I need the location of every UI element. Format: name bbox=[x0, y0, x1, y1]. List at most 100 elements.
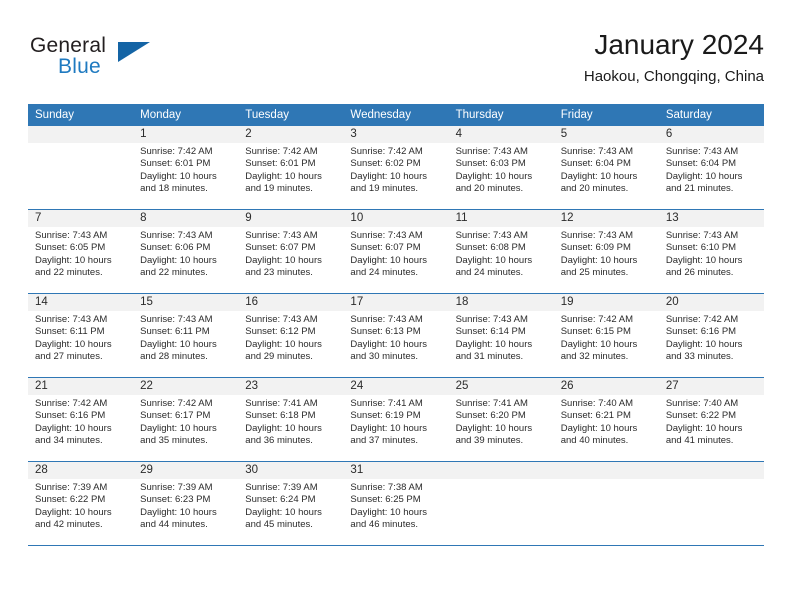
daylight-text-line2: and 35 minutes. bbox=[140, 435, 208, 447]
calendar-day-cell[interactable]: 23 Sunrise: 7:41 AM Sunset: 6:18 PM Dayligh… bbox=[238, 377, 344, 462]
calendar-page: General Blue January 2024 Haokou, Chongq… bbox=[0, 0, 792, 612]
day-cell-inner: 20 Sunrise: 7:42 AM Sunset: 6:16 PM Dayligh… bbox=[658, 294, 764, 377]
general-blue-logo[interactable]: General Blue bbox=[30, 34, 160, 88]
day-number bbox=[553, 462, 659, 479]
calendar-day-cell[interactable]: 22 Sunrise: 7:42 AM Sunset: 6:17 PM Dayligh… bbox=[133, 377, 239, 462]
calendar-day-cell[interactable]: 6 Sunrise: 7:43 AM Sunset: 6:04 PM Daylight… bbox=[658, 126, 764, 210]
sunrise-text: Sunrise: 7:42 AM bbox=[140, 398, 213, 409]
daylight-text-line1: Daylight: 10 hours bbox=[35, 506, 112, 518]
calendar-day-cell[interactable]: 16 Sunrise: 7:43 AM Sunset: 6:12 PM Dayligh… bbox=[238, 293, 344, 378]
sunset-text: Sunset: 6:02 PM bbox=[350, 158, 421, 170]
day-cell-inner bbox=[553, 462, 659, 545]
day-cell-inner: 27 Sunrise: 7:40 AM Sunset: 6:22 PM Dayligh… bbox=[658, 378, 764, 461]
calendar-day-cell[interactable]: 8 Sunrise: 7:43 AM Sunset: 6:06 PM Daylight… bbox=[133, 209, 239, 294]
daylight-text-line1: Daylight: 10 hours bbox=[140, 338, 217, 350]
calendar-day-cell[interactable]: 20 Sunrise: 7:42 AM Sunset: 6:16 PM Dayligh… bbox=[658, 293, 764, 378]
sunrise-text: Sunrise: 7:43 AM bbox=[455, 146, 528, 157]
sunrise-text: Sunrise: 7:43 AM bbox=[35, 230, 108, 241]
calendar-day-cell[interactable]: 28 Sunrise: 7:39 AM Sunset: 6:22 PM Dayligh… bbox=[28, 461, 134, 546]
calendar-day-cell[interactable]: 5 Sunrise: 7:43 AM Sunset: 6:04 PM Daylight… bbox=[553, 126, 659, 210]
sunrise-text: Sunrise: 7:43 AM bbox=[665, 230, 739, 241]
calendar-day-cell[interactable]: 29 Sunrise: 7:39 AM Sunset: 6:23 PM Dayligh… bbox=[133, 461, 239, 546]
daylight-text-line2: and 22 minutes. bbox=[140, 267, 208, 279]
calendar-day-cell[interactable]: 15 Sunrise: 7:43 AM Sunset: 6:11 PM Dayligh… bbox=[133, 293, 239, 378]
sunset-text: Sunset: 6:12 PM bbox=[245, 326, 316, 338]
sunset-text: Sunset: 6:22 PM bbox=[35, 494, 106, 506]
weekday-header-friday: Friday bbox=[553, 104, 659, 126]
sunset-text: Sunset: 6:01 PM bbox=[245, 158, 316, 170]
day-number: 30 bbox=[238, 462, 344, 479]
day-number: 15 bbox=[133, 294, 239, 311]
sunrise-text: Sunrise: 7:43 AM bbox=[560, 230, 634, 241]
daylight-text-line1: Daylight: 10 hours bbox=[560, 338, 638, 350]
calendar-day-cell[interactable]: 14 Sunrise: 7:43 AM Sunset: 6:11 PM Dayligh… bbox=[28, 293, 134, 378]
calendar-day-cell[interactable]: 26 Sunrise: 7:40 AM Sunset: 6:21 PM Dayligh… bbox=[553, 377, 659, 462]
calendar-day-cell[interactable]: 17 Sunrise: 7:43 AM Sunset: 6:13 PM Dayligh… bbox=[343, 293, 449, 378]
sunrise-text: Sunrise: 7:43 AM bbox=[245, 314, 318, 325]
calendar-day-cell[interactable]: 25 Sunrise: 7:41 AM Sunset: 6:20 PM Dayligh… bbox=[448, 377, 554, 462]
day-cell-inner: 18 Sunrise: 7:43 AM Sunset: 6:14 PM Dayligh… bbox=[448, 294, 554, 377]
day-cell-details: Sunrise: 7:41 AM Sunset: 6:18 PM Daylight:… bbox=[238, 395, 343, 448]
sunrise-sunset-calendar: Sunday Monday Tuesday Wednesday Thursday Frid… bbox=[28, 104, 764, 546]
calendar-day-cell[interactable]: 4 Sunrise: 7:43 AM Sunset: 6:03 PM Daylight… bbox=[448, 126, 554, 210]
daylight-text-line2: and 24 minutes. bbox=[350, 267, 419, 279]
day-number: 26 bbox=[553, 378, 659, 395]
sunset-text: Sunset: 6:08 PM bbox=[455, 242, 526, 254]
title-block: January 2024 Haokou, Chongqing, China bbox=[584, 28, 764, 88]
calendar-day-cell[interactable]: 10 Sunrise: 7:43 AM Sunset: 6:07 PM Dayligh… bbox=[343, 209, 449, 294]
calendar-day-cell[interactable]: 24 Sunrise: 7:41 AM Sunset: 6:19 PM Dayligh… bbox=[343, 377, 449, 462]
day-cell-details: Sunrise: 7:43 AM Sunset: 6:05 PM Daylight:… bbox=[28, 227, 133, 280]
sunset-text: Sunset: 6:04 PM bbox=[665, 158, 737, 170]
daylight-text-line2: and 25 minutes. bbox=[560, 267, 629, 279]
day-cell-inner: 6 Sunrise: 7:43 AM Sunset: 6:04 PM Daylight… bbox=[658, 126, 764, 209]
day-cell-details: Sunrise: 7:41 AM Sunset: 6:19 PM Daylight:… bbox=[343, 395, 448, 448]
weekday-header-tuesday: Tuesday bbox=[238, 104, 344, 126]
daylight-text-line2: and 32 minutes. bbox=[560, 351, 629, 363]
calendar-day-cell[interactable]: 7 Sunrise: 7:43 AM Sunset: 6:05 PM Daylight… bbox=[28, 209, 134, 294]
calendar-day-cell[interactable]: 1 Sunrise: 7:42 AM Sunset: 6:01 PM Daylight… bbox=[133, 126, 239, 210]
calendar-day-cell[interactable]: 3 Sunrise: 7:42 AM Sunset: 6:02 PM Daylight… bbox=[343, 126, 449, 210]
sunrise-text: Sunrise: 7:42 AM bbox=[245, 146, 318, 157]
calendar-day-cell[interactable]: 27 Sunrise: 7:40 AM Sunset: 6:22 PM Dayligh… bbox=[658, 377, 764, 462]
daylight-text-line2: and 19 minutes. bbox=[245, 183, 313, 195]
day-number: 17 bbox=[343, 294, 449, 311]
day-cell-details: Sunrise: 7:43 AM Sunset: 6:03 PM Daylight:… bbox=[449, 143, 554, 196]
day-number: 12 bbox=[553, 210, 659, 227]
daylight-text-line1: Daylight: 10 hours bbox=[245, 170, 322, 182]
day-cell-inner bbox=[448, 462, 554, 545]
calendar-day-cell[interactable]: 18 Sunrise: 7:43 AM Sunset: 6:14 PM Dayligh… bbox=[448, 293, 554, 378]
daylight-text-line2: and 22 minutes. bbox=[35, 267, 103, 279]
sunrise-text: Sunrise: 7:42 AM bbox=[560, 314, 634, 325]
calendar-day-cell[interactable]: 12 Sunrise: 7:43 AM Sunset: 6:09 PM Dayligh… bbox=[553, 209, 659, 294]
daylight-text-line2: and 31 minutes. bbox=[455, 351, 524, 363]
calendar-day-cell[interactable]: 21 Sunrise: 7:42 AM Sunset: 6:16 PM Dayligh… bbox=[28, 377, 134, 462]
daylight-text-line1: Daylight: 10 hours bbox=[560, 170, 638, 182]
day-cell-inner: 4 Sunrise: 7:43 AM Sunset: 6:03 PM Daylight… bbox=[448, 126, 554, 209]
day-number: 24 bbox=[343, 378, 449, 395]
sunrise-text: Sunrise: 7:42 AM bbox=[35, 398, 108, 409]
daylight-text-line2: and 23 minutes. bbox=[245, 267, 313, 279]
daylight-text-line2: and 26 minutes. bbox=[665, 267, 734, 279]
day-number: 25 bbox=[448, 378, 554, 395]
day-cell-details: Sunrise: 7:42 AM Sunset: 6:01 PM Daylight:… bbox=[238, 143, 343, 196]
calendar-day-cell[interactable]: 11 Sunrise: 7:43 AM Sunset: 6:08 PM Dayligh… bbox=[448, 209, 554, 294]
sunrise-text: Sunrise: 7:38 AM bbox=[350, 482, 423, 493]
sunset-text: Sunset: 6:06 PM bbox=[140, 242, 211, 254]
calendar-week-row: 28 Sunrise: 7:39 AM Sunset: 6:22 PM Dayligh… bbox=[28, 461, 764, 546]
daylight-text-line2: and 28 minutes. bbox=[140, 351, 208, 363]
day-cell-inner: 25 Sunrise: 7:41 AM Sunset: 6:20 PM Dayligh… bbox=[448, 378, 554, 461]
calendar-day-cell[interactable]: 2 Sunrise: 7:42 AM Sunset: 6:01 PM Daylight… bbox=[238, 126, 344, 210]
day-number: 11 bbox=[448, 210, 554, 227]
sunrise-text: Sunrise: 7:40 AM bbox=[665, 398, 739, 409]
sunrise-text: Sunrise: 7:40 AM bbox=[560, 398, 634, 409]
calendar-day-cell-empty bbox=[28, 126, 134, 210]
calendar-day-cell[interactable]: 30 Sunrise: 7:39 AM Sunset: 6:24 PM Dayligh… bbox=[238, 461, 344, 546]
sunset-text: Sunset: 6:09 PM bbox=[560, 242, 631, 254]
day-cell-details: Sunrise: 7:43 AM Sunset: 6:09 PM Daylight:… bbox=[554, 227, 659, 280]
triangle-icon bbox=[118, 42, 150, 62]
calendar-day-cell[interactable]: 31 Sunrise: 7:38 AM Sunset: 6:25 PM Dayligh… bbox=[343, 461, 449, 546]
calendar-day-cell[interactable]: 19 Sunrise: 7:42 AM Sunset: 6:15 PM Dayligh… bbox=[553, 293, 659, 378]
weekday-header-wednesday: Wednesday bbox=[343, 104, 449, 126]
calendar-day-cell[interactable]: 9 Sunrise: 7:43 AM Sunset: 6:07 PM Daylight… bbox=[238, 209, 344, 294]
calendar-day-cell[interactable]: 13 Sunrise: 7:43 AM Sunset: 6:10 PM Dayligh… bbox=[658, 209, 764, 294]
